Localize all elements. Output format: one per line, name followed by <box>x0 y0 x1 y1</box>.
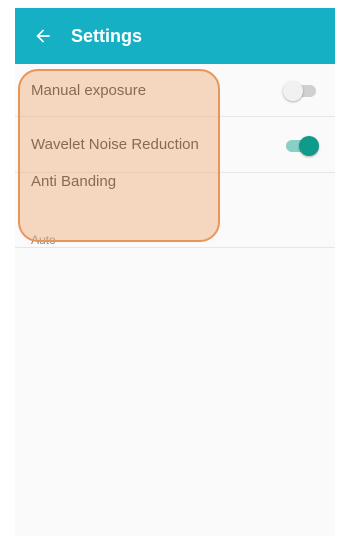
arrow-left-icon <box>36 29 50 43</box>
back-button[interactable] <box>15 8 71 64</box>
setting-manual-exposure[interactable]: Manual exposure <box>15 64 335 117</box>
toggle-thumb <box>299 135 319 156</box>
wavelet-noise-reduction-toggle[interactable] <box>283 135 319 156</box>
setting-label: Wavelet Noise Reduction <box>31 136 199 153</box>
app-bar: Settings <box>15 8 335 64</box>
setting-label: Manual exposure <box>31 81 147 99</box>
settings-screen: Settings Manual exposure Wavelet Noise R… <box>15 8 335 536</box>
page-title: Settings <box>71 25 143 46</box>
setting-wavelet-noise-reduction[interactable]: Wavelet Noise Reduction <box>15 117 335 173</box>
toggle-thumb <box>283 81 303 101</box>
setting-summary: Auto <box>31 233 56 247</box>
manual-exposure-toggle[interactable] <box>283 80 319 101</box>
setting-anti-banding[interactable]: Anti Banding Auto <box>15 173 335 248</box>
setting-label: Anti Banding <box>31 173 117 190</box>
settings-list: Manual exposure Wavelet Noise Reduction … <box>15 64 335 248</box>
